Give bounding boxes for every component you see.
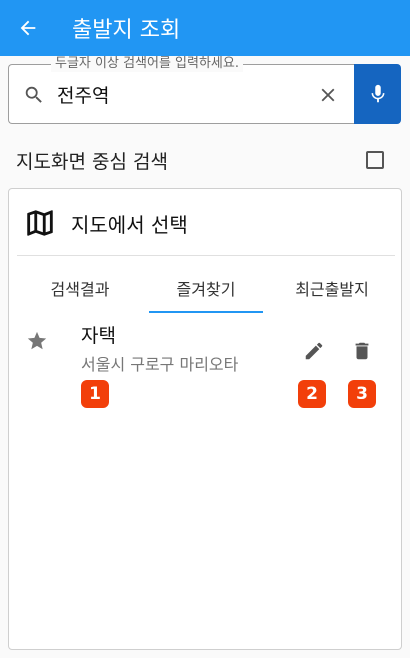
center-search-row[interactable]: 지도화면 중심 검색 bbox=[16, 140, 390, 180]
tab-bar: 검색결과 즐겨찾기 최근출발지 bbox=[17, 263, 395, 313]
star-icon bbox=[27, 331, 47, 350]
search-input[interactable]: 전주역 bbox=[57, 81, 109, 108]
edit-icon[interactable] bbox=[303, 340, 325, 362]
search-hint: 두글자 이상 검색어를 입력하세요. bbox=[51, 56, 243, 72]
list-item[interactable]: 자택 서울시 구로구 마리오타 bbox=[9, 317, 401, 407]
tab-label: 검색결과 bbox=[50, 280, 110, 299]
favorites-card: 지도에서 선택 검색결과 즐겨찾기 최근출발지 자택 서울시 구로구 마리오타 bbox=[8, 188, 402, 650]
map-icon bbox=[27, 210, 53, 236]
search-icon bbox=[25, 86, 42, 103]
delete-icon[interactable] bbox=[351, 340, 373, 362]
clear-icon[interactable] bbox=[317, 84, 339, 106]
search-bar: 두글자 이상 검색어를 입력하세요. 전주역 bbox=[8, 56, 401, 124]
tab-indicator bbox=[149, 311, 263, 313]
voice-search-button[interactable] bbox=[354, 64, 401, 124]
annotation-badge: 1 bbox=[81, 380, 109, 408]
tab-search-results[interactable]: 검색결과 bbox=[17, 263, 143, 313]
map-select-button[interactable]: 지도에서 선택 bbox=[23, 205, 188, 241]
page-title: 출발지 조회 bbox=[72, 18, 181, 43]
back-button[interactable] bbox=[0, 0, 56, 56]
favorite-name: 자택 bbox=[81, 325, 116, 347]
tab-label: 최근출발지 bbox=[295, 280, 369, 299]
search-field[interactable]: 두글자 이상 검색어를 입력하세요. 전주역 bbox=[8, 56, 354, 124]
tab-recent-origins[interactable]: 최근출발지 bbox=[269, 263, 395, 313]
map-select-label: 지도에서 선택 bbox=[71, 212, 188, 237]
center-search-checkbox[interactable] bbox=[366, 151, 384, 169]
annotation-badge: 2 bbox=[298, 380, 326, 408]
annotation-badge: 3 bbox=[348, 380, 376, 408]
center-search-label: 지도화면 중심 검색 bbox=[16, 150, 168, 173]
divider bbox=[17, 255, 395, 256]
favorite-address: 서울시 구로구 마리오타 bbox=[81, 355, 239, 374]
tab-label: 즐겨찾기 bbox=[176, 280, 236, 299]
mic-icon bbox=[371, 84, 384, 103]
tab-favorites[interactable]: 즐겨찾기 bbox=[143, 263, 269, 313]
arrow-back-icon bbox=[20, 20, 36, 36]
app-bar: 출발지 조회 bbox=[0, 0, 410, 56]
